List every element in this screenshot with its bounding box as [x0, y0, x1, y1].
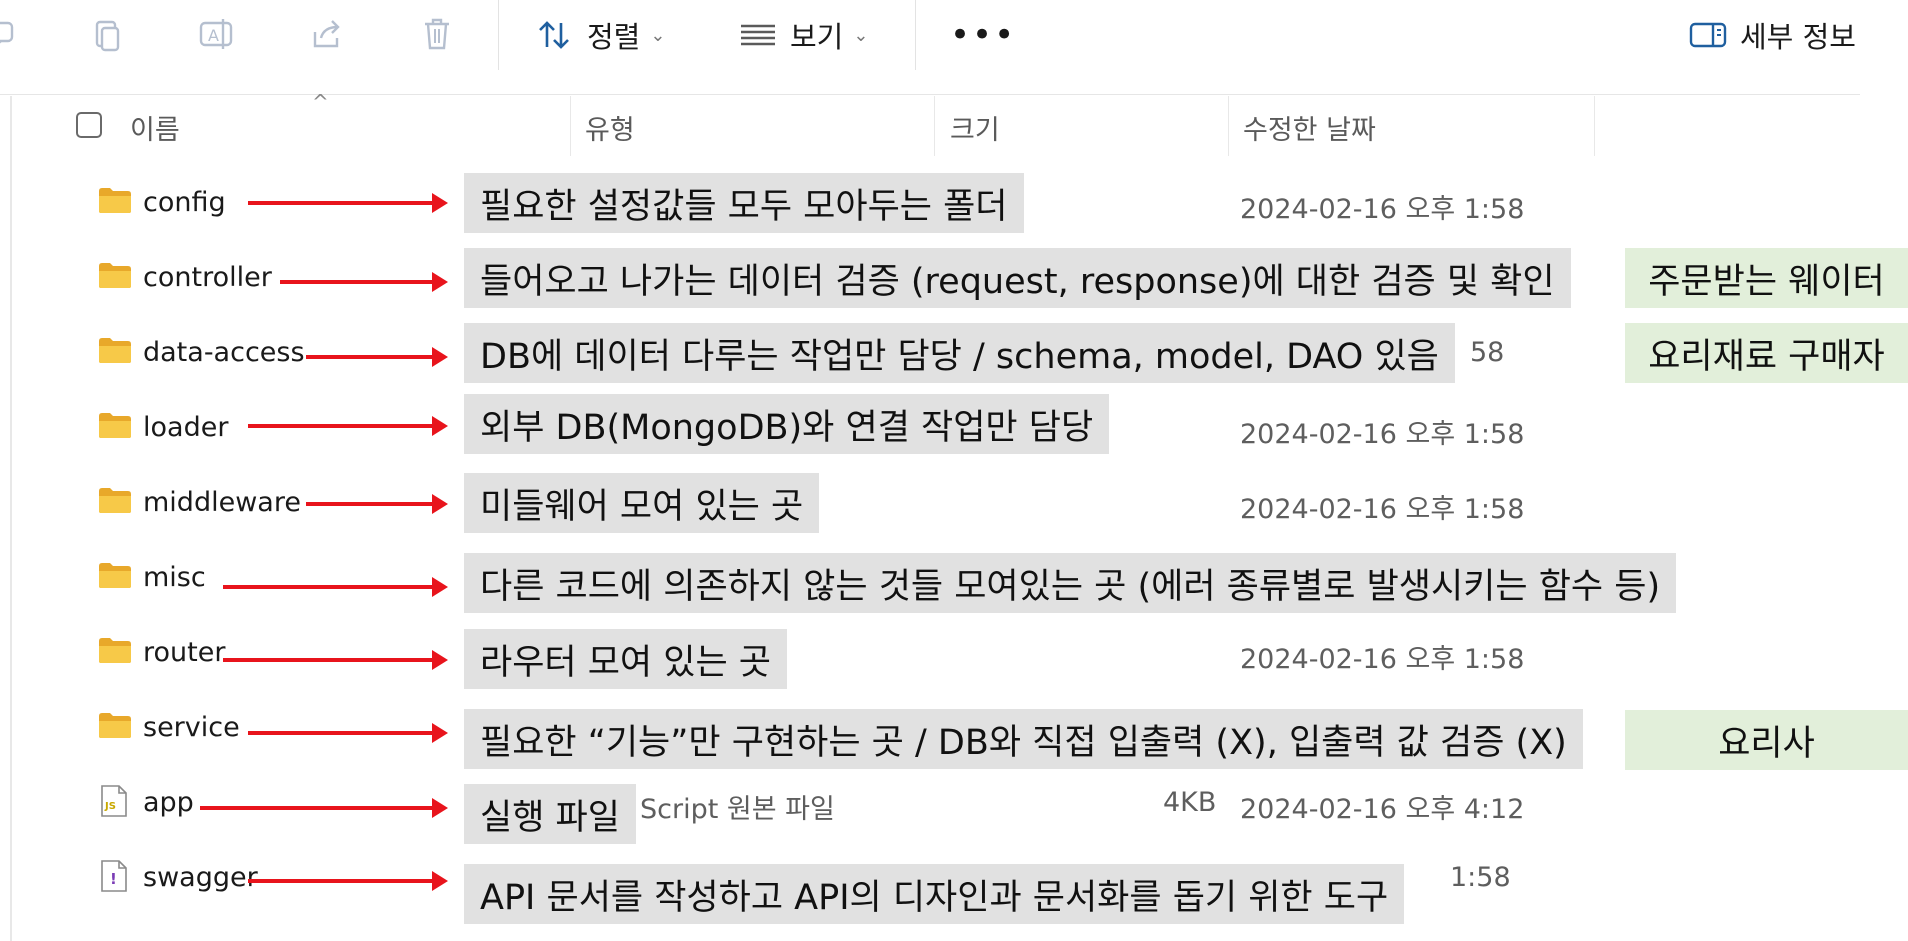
new-chat-icon[interactable]: [0, 14, 22, 54]
column-separator[interactable]: [1594, 96, 1595, 156]
file-name[interactable]: app: [143, 787, 194, 818]
select-all-checkbox[interactable]: [76, 112, 102, 138]
column-modified[interactable]: 수정한 날짜: [1243, 108, 1376, 147]
annotation-note: 들어오고 나가는 데이터 검증 (request, response)에 대한 …: [464, 248, 1571, 308]
column-header: ^ 이름 유형 크기 수정한 날짜: [0, 90, 1908, 156]
more-options-button[interactable]: •••: [950, 12, 1016, 58]
svg-text:JS: JS: [104, 801, 116, 812]
view-list-icon: [741, 24, 775, 46]
annotation-note: DB에 데이터 다루는 작업만 담당 / schema, model, DAO …: [464, 323, 1455, 383]
annotation-arrow: [248, 416, 448, 436]
rename-icon[interactable]: A: [196, 14, 236, 54]
folder-icon: [99, 413, 131, 438]
annotation-note: 실행 파일: [464, 784, 636, 844]
toolbar-separator: [915, 0, 916, 70]
view-button[interactable]: 보기 ⌄: [738, 12, 868, 58]
view-label: 보기: [790, 20, 844, 54]
column-name[interactable]: 이름: [130, 108, 180, 147]
file-name[interactable]: config: [143, 187, 226, 218]
annotation-note: API 문서를 작성하고 API의 디자인과 문서화를 돕기 위한 도구: [464, 864, 1405, 924]
yaml-file-icon: !: [101, 860, 127, 892]
details-pane-button[interactable]: 세부 정보: [1688, 12, 1856, 58]
file-row-router[interactable]: router 2024-02-16 오후 1:58: [0, 615, 1908, 690]
modified-date: 2024-02-16 오후 1:58: [1240, 494, 1525, 525]
annotation-arrow: [306, 347, 448, 367]
modified-date: 2024-02-16 오후 1:58: [1240, 419, 1525, 450]
role-label: 요리재료 구매자: [1625, 323, 1908, 383]
annotation-arrow: [248, 871, 448, 891]
annotation-arrow: [248, 193, 448, 213]
modified-date: 58: [1470, 337, 1505, 368]
folder-icon: [99, 188, 131, 213]
modified-date: 2024-02-16 오후 4:12: [1240, 794, 1525, 825]
column-type[interactable]: 유형: [585, 108, 635, 147]
annotation-note: 필요한 “기능”만 구현하는 곳 / DB와 직접 입출력 (X), 입출력 값…: [464, 709, 1583, 769]
share-icon[interactable]: [307, 14, 347, 54]
modified-date: 1:58: [1450, 862, 1511, 893]
file-name[interactable]: controller: [143, 262, 272, 293]
details-pane-icon: [1689, 22, 1727, 48]
annotation-note: 필요한 설정값들 모두 모아두는 폴더: [464, 173, 1024, 233]
file-row-middleware[interactable]: middleware 2024-02-16 오후 1:58: [0, 465, 1908, 540]
annotation-arrow: [200, 798, 448, 818]
chevron-down-icon: ⌄: [853, 24, 869, 46]
sort-icon: [539, 21, 569, 49]
paste-icon[interactable]: [88, 14, 128, 54]
annotation-note: 라우터 모여 있는 곳: [464, 629, 787, 689]
annotation-arrow: [280, 272, 448, 292]
sort-button[interactable]: 정렬 ⌄: [535, 12, 665, 58]
file-row-app[interactable]: JS app Script 원본 파일 4KB 2024-02-16 오후 4:…: [0, 765, 1908, 840]
details-label: 세부 정보: [1740, 20, 1856, 54]
column-separator[interactable]: [1228, 96, 1229, 156]
column-size[interactable]: 크기: [950, 108, 1000, 147]
file-name[interactable]: service: [143, 712, 240, 743]
file-type: Script 원본 파일: [640, 794, 835, 825]
sort-ascending-icon: ^: [312, 90, 329, 114]
annotation-arrow: [248, 723, 448, 743]
annotation-arrow: [306, 494, 448, 514]
file-name[interactable]: misc: [143, 562, 206, 593]
file-name[interactable]: swagger: [143, 862, 258, 893]
role-label: 요리사: [1625, 710, 1908, 770]
file-name[interactable]: data-access: [143, 337, 305, 368]
svg-text:A: A: [208, 26, 219, 45]
column-separator[interactable]: [570, 96, 571, 156]
file-name[interactable]: middleware: [143, 487, 301, 518]
folder-icon: [99, 338, 131, 363]
file-name[interactable]: router: [143, 637, 225, 668]
annotation-note: 외부 DB(MongoDB)와 연결 작업만 담당: [464, 394, 1110, 454]
folder-icon: [99, 563, 131, 588]
modified-date: 2024-02-16 오후 1:58: [1240, 194, 1525, 225]
role-label: 주문받는 웨이터: [1625, 248, 1908, 308]
annotation-note: 미들웨어 모여 있는 곳: [464, 473, 820, 533]
annotation-arrow: [223, 650, 448, 670]
command-bar: A 정렬 ⌄ 보기 ⌄ ••• 세부 정보: [0, 0, 1908, 70]
folder-icon: [99, 263, 131, 288]
js-file-icon: JS: [101, 785, 127, 817]
column-separator[interactable]: [934, 96, 935, 156]
modified-date: 2024-02-16 오후 1:58: [1240, 644, 1525, 675]
folder-icon: [99, 488, 131, 513]
file-size: 4KB: [1163, 787, 1217, 818]
folder-icon: [99, 713, 131, 738]
svg-text:!: !: [110, 870, 117, 888]
toolbar-divider: [0, 94, 1860, 95]
chevron-down-icon: ⌄: [650, 24, 666, 46]
annotation-note: 다른 코드에 의존하지 않는 것들 모여있는 곳 (에러 종류별로 발생시키는 …: [464, 553, 1677, 613]
annotation-arrow: [223, 577, 448, 597]
file-name[interactable]: loader: [143, 412, 228, 443]
toolbar-separator: [498, 0, 499, 70]
delete-icon[interactable]: [417, 14, 457, 54]
sort-label: 정렬: [587, 20, 641, 54]
folder-icon: [99, 638, 131, 663]
